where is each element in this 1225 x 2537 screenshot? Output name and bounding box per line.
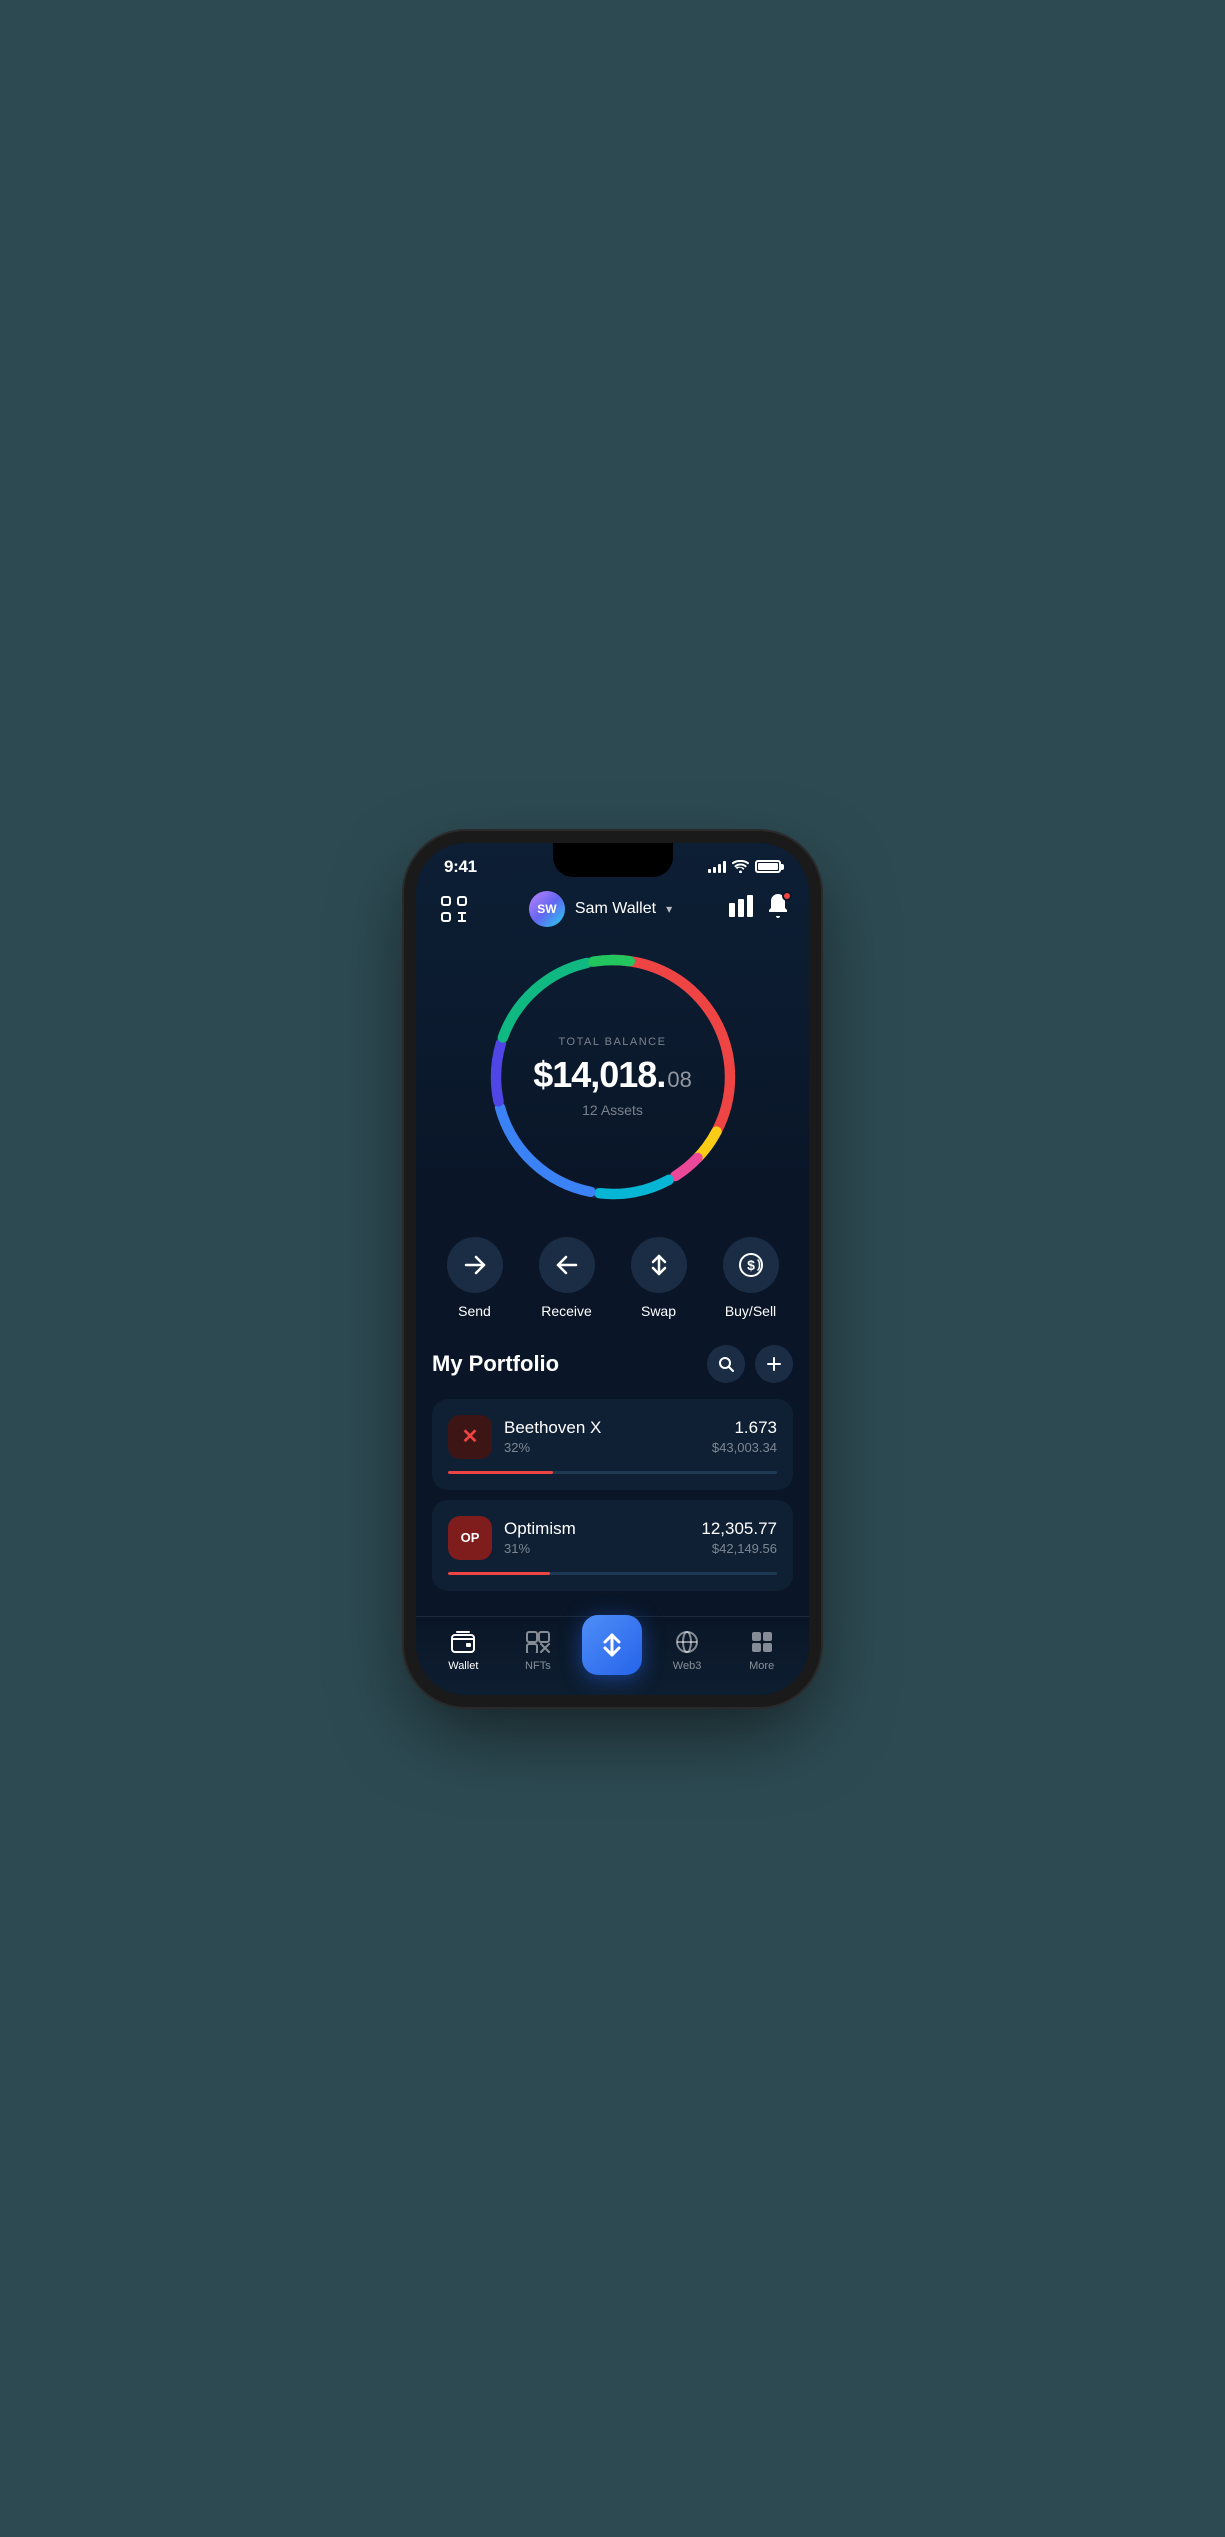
search-button[interactable]: [707, 1345, 745, 1383]
asset-card-optimism[interactable]: OP Optimism 31% 12,305.77 $42,149.56: [432, 1500, 793, 1591]
svg-text:$: $: [747, 1257, 755, 1273]
swap-button[interactable]: Swap: [627, 1237, 691, 1319]
send-icon: [447, 1237, 503, 1293]
beethoven-usd: $43,003.34: [712, 1440, 777, 1455]
wallet-nav-label: Wallet: [448, 1660, 478, 1672]
send-button[interactable]: Send: [443, 1237, 507, 1319]
header: SW Sam Wallet ▾: [416, 883, 809, 937]
asset-card-beethoven[interactable]: ✕ Beethoven X 32% 1.673 $43,003.34: [432, 1399, 793, 1490]
web3-nav-icon: [673, 1628, 701, 1656]
screen: 9:41: [416, 843, 809, 1695]
beethoven-logo: ✕: [448, 1415, 492, 1459]
avatar: SW: [529, 891, 565, 927]
center-action-button[interactable]: [582, 1615, 642, 1675]
receive-button[interactable]: Receive: [535, 1237, 599, 1319]
notification-button[interactable]: [767, 894, 789, 923]
wallet-selector[interactable]: SW Sam Wallet ▾: [529, 891, 672, 927]
signal-icon: [708, 861, 726, 873]
balance-amount: $14,018. 08: [533, 1054, 692, 1096]
notch: [553, 843, 673, 877]
buysell-label: Buy/Sell: [725, 1303, 776, 1319]
optimism-name: Optimism: [504, 1519, 576, 1539]
buysell-icon: $: [723, 1237, 779, 1293]
status-time: 9:41: [444, 857, 477, 877]
web3-nav-label: Web3: [673, 1660, 702, 1672]
optimism-usd: $42,149.56: [701, 1541, 777, 1556]
nav-web3[interactable]: Web3: [650, 1628, 725, 1672]
send-label: Send: [458, 1303, 491, 1319]
beethoven-amount: 1.673: [712, 1418, 777, 1438]
battery-icon: [755, 860, 781, 873]
portfolio-actions: [707, 1345, 793, 1383]
nav-wallet[interactable]: Wallet: [426, 1628, 501, 1672]
balance-main: $14,018.: [533, 1054, 665, 1096]
nav-nfts[interactable]: NFTs: [501, 1628, 576, 1672]
wifi-icon: [732, 860, 749, 873]
receive-label: Receive: [541, 1303, 592, 1319]
buysell-button[interactable]: $ Buy/Sell: [719, 1237, 783, 1319]
optimism-pct: 31%: [504, 1541, 576, 1556]
nfts-nav-icon: [524, 1628, 552, 1656]
portfolio-header: My Portfolio: [432, 1339, 793, 1383]
more-nav-icon: [748, 1628, 776, 1656]
header-left: [436, 891, 472, 927]
wallet-name: Sam Wallet: [575, 900, 656, 918]
chart-button[interactable]: [729, 895, 753, 922]
action-buttons: Send Receive: [416, 1227, 809, 1339]
swap-label: Swap: [641, 1303, 676, 1319]
nfts-nav-label: NFTs: [525, 1660, 551, 1672]
status-icons: [708, 860, 781, 873]
balance-label: TOTAL BALANCE: [533, 1036, 692, 1048]
balance-cents: 08: [667, 1067, 691, 1093]
portfolio-section: My Portfolio: [416, 1339, 809, 1616]
balance-ring: TOTAL BALANCE $14,018. 08 12 Assets: [483, 947, 743, 1207]
balance-info: TOTAL BALANCE $14,018. 08 12 Assets: [533, 1036, 692, 1118]
balance-section: TOTAL BALANCE $14,018. 08 12 Assets: [416, 937, 809, 1227]
more-nav-label: More: [749, 1660, 774, 1672]
beethoven-pct: 32%: [504, 1440, 601, 1455]
beethoven-name: Beethoven X: [504, 1418, 601, 1438]
receive-icon: [539, 1237, 595, 1293]
balance-assets: 12 Assets: [533, 1102, 692, 1118]
phone-frame: 9:41: [416, 843, 809, 1695]
add-asset-button[interactable]: [755, 1345, 793, 1383]
bottom-nav: Wallet NFTs: [416, 1616, 809, 1695]
swap-icon: [631, 1237, 687, 1293]
nav-center: [575, 1625, 650, 1675]
nav-more[interactable]: More: [724, 1628, 799, 1672]
beethoven-progress: [448, 1471, 777, 1474]
dropdown-arrow-icon: ▾: [666, 902, 672, 916]
scan-icon[interactable]: [436, 891, 472, 927]
optimism-amount: 12,305.77: [701, 1519, 777, 1539]
optimism-logo: OP: [448, 1516, 492, 1560]
header-right: [729, 894, 789, 923]
optimism-progress: [448, 1572, 777, 1575]
wallet-nav-icon: [449, 1628, 477, 1656]
portfolio-title: My Portfolio: [432, 1351, 559, 1377]
notification-badge: [782, 891, 792, 901]
